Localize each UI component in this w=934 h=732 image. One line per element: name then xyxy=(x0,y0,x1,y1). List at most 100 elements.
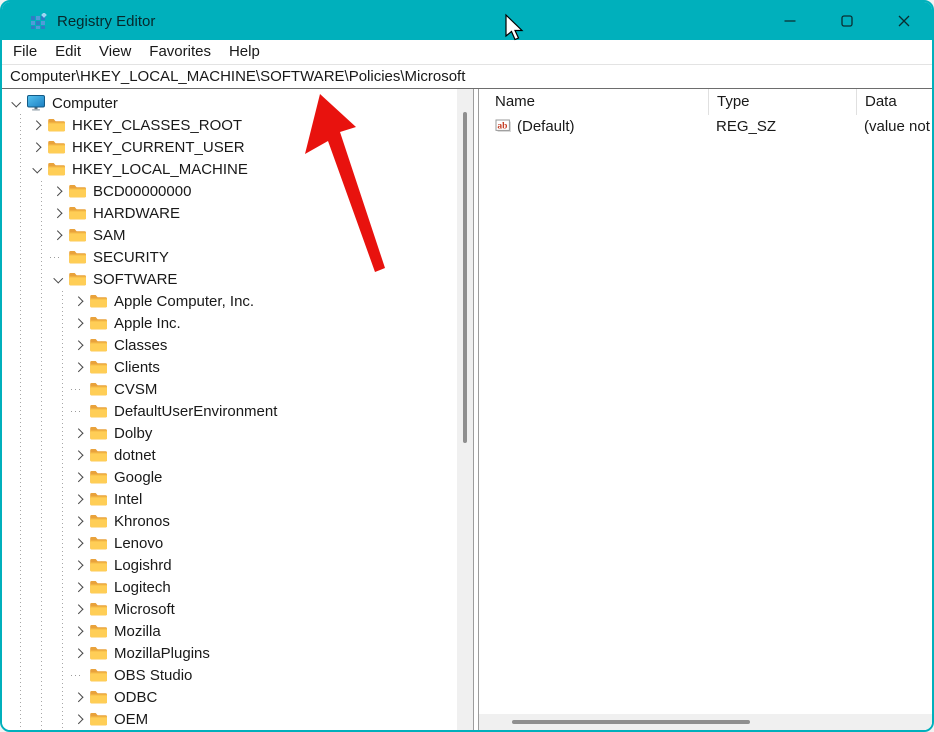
tree-expander-icon[interactable] xyxy=(48,246,69,268)
tree-item[interactable]: HKEY_LOCAL_MACHINE xyxy=(2,158,457,180)
tree-expander-icon[interactable] xyxy=(69,488,90,510)
tree-item-label: HKEY_LOCAL_MACHINE xyxy=(72,161,248,178)
tree-expander-icon[interactable] xyxy=(69,686,90,708)
tree-expander-icon[interactable] xyxy=(69,378,90,400)
tree-expander-icon[interactable] xyxy=(69,708,90,730)
tree-vertical-scrollbar-thumb[interactable] xyxy=(463,112,467,443)
tree-item[interactable]: OBS Studio xyxy=(2,664,457,686)
folder-icon xyxy=(90,536,107,550)
tree-expander-icon[interactable] xyxy=(48,180,69,202)
tree-item-label: Lenovo xyxy=(114,535,163,552)
folder-icon xyxy=(90,580,107,594)
values-list: ab (Default) REG_SZ (value not set) xyxy=(479,115,932,137)
tree-item[interactable]: OEM xyxy=(2,708,457,730)
values-horizontal-scrollbar[interactable] xyxy=(479,714,932,730)
menu-item-file[interactable]: File xyxy=(4,40,46,64)
folder-icon xyxy=(90,382,107,396)
minimize-button[interactable] xyxy=(761,2,818,40)
tree-expander-icon[interactable] xyxy=(27,158,48,180)
folder-icon xyxy=(48,162,65,176)
tree-item[interactable]: SOFTWARE xyxy=(2,268,457,290)
tree-expander-icon[interactable] xyxy=(69,400,90,422)
tree-item[interactable]: MozillaPlugins xyxy=(2,642,457,664)
column-header-name[interactable]: Name xyxy=(479,89,708,115)
tree-item[interactable]: ODBC xyxy=(2,686,457,708)
tree-expander-icon[interactable] xyxy=(48,202,69,224)
tree-expander-icon[interactable] xyxy=(48,224,69,246)
tree-expander-icon[interactable] xyxy=(6,92,27,114)
tree-item[interactable]: HARDWARE xyxy=(2,202,457,224)
tree-item[interactable]: Apple Computer, Inc. xyxy=(2,290,457,312)
maximize-button[interactable] xyxy=(818,2,875,40)
tree-expander-icon[interactable] xyxy=(69,576,90,598)
tree-item[interactable]: DefaultUserEnvironment xyxy=(2,400,457,422)
tree-item[interactable]: Logitech xyxy=(2,576,457,598)
tree-expander-icon[interactable] xyxy=(69,444,90,466)
menu-item-help[interactable]: Help xyxy=(220,40,269,64)
tree-item[interactable]: Dolby xyxy=(2,422,457,444)
window-title: Registry Editor xyxy=(57,13,155,30)
menu-item-favorites[interactable]: Favorites xyxy=(140,40,220,64)
menu-bar: File Edit View Favorites Help xyxy=(2,40,932,64)
tree-expander-icon[interactable] xyxy=(69,532,90,554)
registry-editor-window: Registry Editor File Edit View Favorites… xyxy=(0,0,934,732)
tree-item[interactable]: HKEY_CURRENT_USER xyxy=(2,136,457,158)
tree-item-label: HKEY_CURRENT_USER xyxy=(72,139,245,156)
tree-item[interactable]: CVSM xyxy=(2,378,457,400)
tree-item-label: Apple Computer, Inc. xyxy=(114,293,254,310)
tree-item-label: Computer xyxy=(52,95,118,112)
tree-item[interactable]: HKEY_CLASSES_ROOT xyxy=(2,114,457,136)
tree-expander-icon[interactable] xyxy=(69,620,90,642)
tree-item[interactable]: Apple Inc. xyxy=(2,312,457,334)
folder-icon xyxy=(90,558,107,572)
tree-expander-icon[interactable] xyxy=(69,356,90,378)
tree-item-label: dotnet xyxy=(114,447,156,464)
tree-item[interactable]: SAM xyxy=(2,224,457,246)
tree-expander-icon[interactable] xyxy=(69,554,90,576)
tree-expander-icon[interactable] xyxy=(27,114,48,136)
tree-item[interactable]: Classes xyxy=(2,334,457,356)
tree-item[interactable]: Clients xyxy=(2,356,457,378)
column-header-type[interactable]: Type xyxy=(708,89,856,115)
tree-item[interactable]: SECURITY xyxy=(2,246,457,268)
tree-expander-icon[interactable] xyxy=(69,422,90,444)
tree-item[interactable]: Intel xyxy=(2,488,457,510)
tree-item-label: HARDWARE xyxy=(93,205,180,222)
menu-item-edit[interactable]: Edit xyxy=(46,40,90,64)
value-row[interactable]: ab (Default) REG_SZ (value not set) xyxy=(479,115,932,137)
column-header-data[interactable]: Data xyxy=(856,89,932,115)
tree-item[interactable]: Computer xyxy=(2,92,457,114)
tree-item[interactable]: Khronos xyxy=(2,510,457,532)
values-horizontal-scrollbar-thumb[interactable] xyxy=(512,720,750,724)
tree-expander-icon[interactable] xyxy=(69,290,90,312)
tree-expander-icon[interactable] xyxy=(69,510,90,532)
tree-item-label: SOFTWARE xyxy=(93,271,177,288)
address-bar[interactable]: Computer\HKEY_LOCAL_MACHINE\SOFTWARE\Pol… xyxy=(2,64,932,89)
tree-expander-icon[interactable] xyxy=(69,664,90,686)
folder-icon xyxy=(69,228,86,242)
title-bar[interactable]: Registry Editor xyxy=(2,2,932,40)
tree-expander-icon[interactable] xyxy=(27,136,48,158)
tree-expander-icon[interactable] xyxy=(69,466,90,488)
tree-item[interactable]: Logishrd xyxy=(2,554,457,576)
folder-icon xyxy=(90,668,107,682)
close-button[interactable] xyxy=(875,2,932,40)
tree-expander-icon[interactable] xyxy=(69,334,90,356)
folder-icon xyxy=(90,316,107,330)
tree-item[interactable]: Mozilla xyxy=(2,620,457,642)
tree-item[interactable]: Lenovo xyxy=(2,532,457,554)
svg-text:ab: ab xyxy=(497,122,507,132)
tree-item[interactable]: Google xyxy=(2,466,457,488)
tree-item[interactable]: Microsoft xyxy=(2,598,457,620)
tree-vertical-scrollbar[interactable] xyxy=(457,89,473,730)
tree-expander-icon[interactable] xyxy=(69,642,90,664)
tree-expander-icon[interactable] xyxy=(69,312,90,334)
tree-item[interactable]: BCD00000000 xyxy=(2,180,457,202)
tree-item[interactable]: dotnet xyxy=(2,444,457,466)
tree-expander-icon[interactable] xyxy=(48,268,69,290)
folder-icon xyxy=(69,272,86,286)
menu-item-view[interactable]: View xyxy=(90,40,140,64)
tree-expander-icon[interactable] xyxy=(69,598,90,620)
tree-item-label: Logitech xyxy=(114,579,171,596)
folder-icon xyxy=(90,360,107,374)
